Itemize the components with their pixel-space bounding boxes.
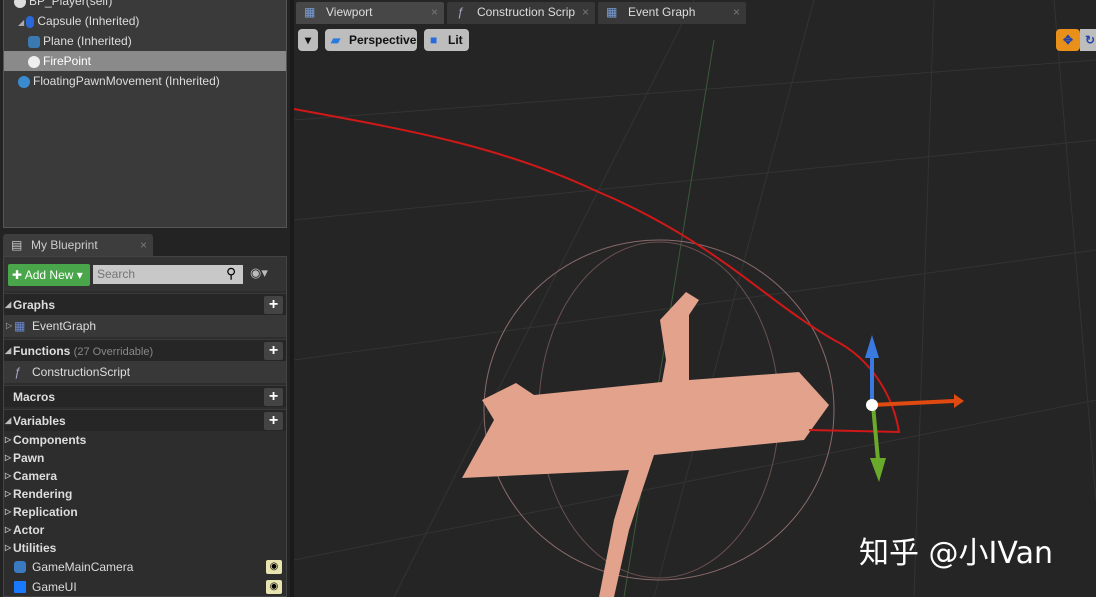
movement-icon — [18, 75, 30, 88]
tab-construction-script[interactable]: ƒ Construction Scrip × — [447, 2, 595, 24]
graph-item-eventgraph[interactable]: ▷ ▦ EventGraph — [4, 315, 286, 337]
variable-category[interactable]: ▷ Actor — [4, 521, 286, 539]
lit-button[interactable]: ■ Lit — [424, 29, 469, 51]
viewport-options-button[interactable]: ▾ — [298, 29, 318, 51]
search-icon: ⚲ — [226, 265, 237, 281]
graph-icon: ▦ — [606, 5, 618, 19]
close-icon[interactable]: × — [431, 2, 438, 22]
variable-category[interactable]: ▷ Camera — [4, 467, 286, 485]
tab-my-blueprint[interactable]: ▤ My Blueprint × — [3, 234, 153, 256]
capsule-icon — [26, 15, 35, 28]
add-graph-button[interactable]: + — [264, 296, 283, 314]
tree-item-firepoint[interactable]: FirePoint — [4, 51, 286, 71]
viewport-scene[interactable] — [294, 0, 1096, 597]
tab-viewport[interactable]: ▦ Viewport × — [296, 2, 444, 24]
close-icon[interactable]: × — [140, 234, 147, 256]
perspective-button[interactable]: ▰ Perspective — [325, 29, 417, 51]
widget-icon — [14, 581, 26, 593]
visibility-eye-icon[interactable]: ◉▾ — [250, 265, 268, 281]
lit-cube-icon: ■ — [430, 33, 438, 47]
variable-item-gamemaincamera[interactable]: GameMainCamera ◉ — [4, 557, 286, 577]
scene-component-icon — [28, 55, 40, 68]
add-new-button[interactable]: ✚ Add New ▾ — [8, 264, 90, 286]
eye-icon[interactable]: ◉ — [266, 580, 282, 594]
function-item-constructionscript[interactable]: ƒ ConstructionScript — [4, 361, 286, 383]
section-functions[interactable]: ◢ Functions (27 Overridable) + — [4, 339, 286, 361]
watermark: 知乎 @小IVan — [859, 536, 1053, 571]
actor-icon — [14, 0, 26, 8]
variable-category[interactable]: ▷ Components — [4, 431, 286, 449]
camera-icon — [14, 561, 26, 573]
tab-event-graph[interactable]: ▦ Event Graph × — [598, 2, 746, 24]
function-icon: ƒ — [457, 5, 464, 19]
book-icon: ▤ — [11, 238, 23, 252]
my-blueprint-panel: ✚ Add New ▾ ⚲ ◉▾ ◢Graphs+ ▷▦EventGraph ◢… — [3, 256, 287, 597]
mesh-icon — [28, 35, 40, 48]
translate-mode-button[interactable]: ✥ — [1056, 29, 1080, 51]
add-function-button[interactable]: + — [264, 342, 283, 360]
tree-item-capsule[interactable]: ◢ Capsule (Inherited) — [4, 11, 286, 31]
rotate-mode-button[interactable]: ↻ — [1080, 29, 1096, 51]
variable-category[interactable]: ▷ Utilities — [4, 539, 286, 557]
variable-item-gameui[interactable]: GameUI ◉ — [4, 577, 286, 597]
variable-category[interactable]: ▷ Rendering — [4, 485, 286, 503]
components-tree: BP_Player(self) ◢ Capsule (Inherited) Pl… — [3, 0, 287, 228]
section-graphs[interactable]: ◢ Graphs + — [4, 293, 286, 315]
left-panel: BP_Player(self) ◢ Capsule (Inherited) Pl… — [0, 0, 290, 597]
variable-category[interactable]: ▷ Replication — [4, 503, 286, 521]
graph-icon: ▦ — [14, 319, 26, 333]
tree-item-floating-pawn-movement[interactable]: FloatingPawnMovement (Inherited) — [4, 71, 286, 91]
add-variable-button[interactable]: + — [264, 412, 283, 430]
viewport-icon: ▦ — [304, 5, 316, 19]
gizmo-pivot — [866, 399, 878, 411]
section-macros[interactable]: Macros + — [4, 385, 286, 407]
close-icon[interactable]: × — [582, 2, 589, 22]
variable-category[interactable]: ▷ Pawn — [4, 449, 286, 467]
section-variables[interactable]: ◢ Variables + — [4, 409, 286, 431]
tree-item-self[interactable]: BP_Player(self) — [4, 0, 286, 11]
close-icon[interactable]: × — [733, 2, 740, 22]
viewport-area: ▦ Viewport × ƒ Construction Scrip × ▦ Event G… — [294, 0, 1096, 597]
function-icon: ƒ — [14, 365, 21, 379]
eye-icon[interactable]: ◉ — [266, 560, 282, 574]
perspective-icon: ▰ — [331, 33, 341, 47]
add-macro-button[interactable]: + — [264, 388, 283, 406]
tree-item-plane[interactable]: Plane (Inherited) — [4, 31, 286, 51]
search-input[interactable] — [93, 265, 243, 284]
